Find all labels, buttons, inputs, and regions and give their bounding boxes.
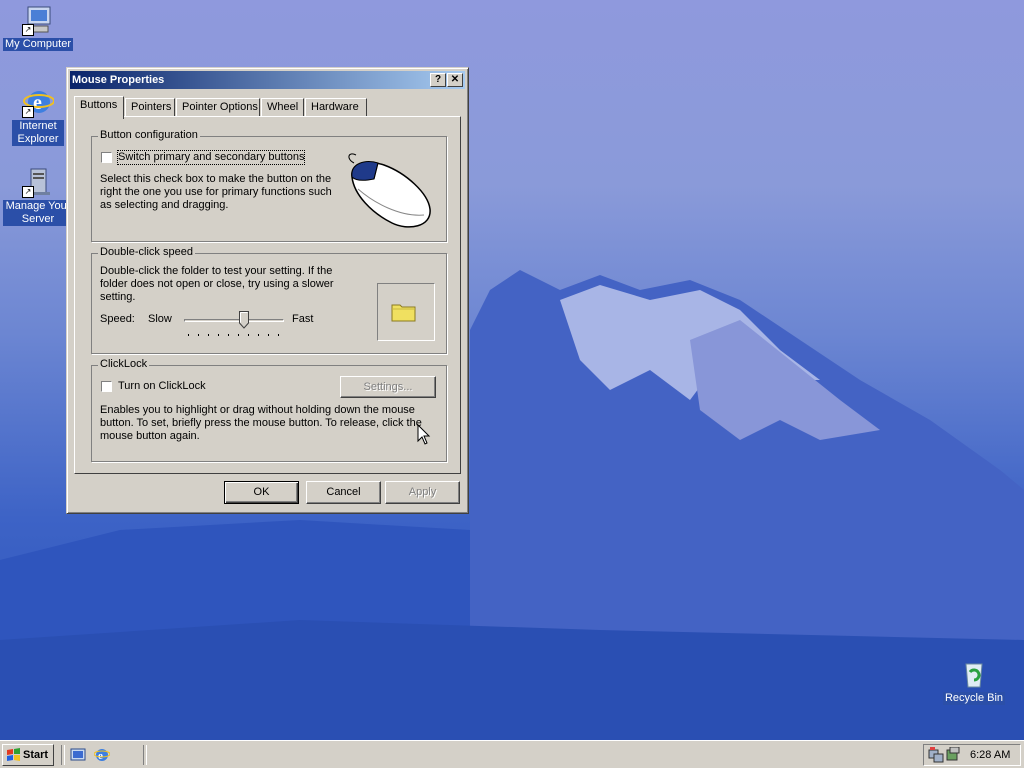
double-click-test-area[interactable]	[377, 283, 435, 341]
button-configuration-group: Button configuration Switch primary and …	[91, 129, 447, 242]
double-click-speed-group: Double-click speed Double-click the fold…	[91, 246, 447, 354]
internet-explorer-quicklaunch-icon[interactable]: e	[94, 747, 110, 763]
desktop-icon-label: Internet Explorer	[12, 120, 64, 146]
double-click-description-line: setting.	[100, 291, 136, 303]
mouse-illustration-icon	[348, 153, 431, 228]
tab-buttons[interactable]: Buttons	[74, 96, 124, 119]
close-button[interactable]: ✕	[447, 73, 463, 87]
apply-button[interactable]: Apply	[385, 481, 460, 504]
recycle-bin-icon	[958, 658, 990, 690]
button-config-description-line: as selecting and dragging.	[100, 199, 229, 211]
clicklock-description-line: Enables you to highlight or drag without…	[100, 404, 415, 416]
clicklock-description-line: mouse button again.	[100, 430, 200, 442]
desktop-icon-label: Recycle Bin	[942, 692, 1006, 705]
folder-icon	[391, 304, 416, 322]
group-title: Double-click speed	[98, 246, 195, 258]
slow-label: Slow	[148, 313, 172, 325]
internet-explorer-icon: e ↗	[22, 86, 55, 118]
switch-buttons-label[interactable]: Switch primary and secondary buttons	[116, 150, 306, 165]
clicklock-group: ClickLock Turn on ClickLock Settings... …	[91, 358, 447, 462]
speed-slider-thumb[interactable]	[239, 311, 249, 329]
buttons-tab-panel: Button configuration Switch primary and …	[74, 116, 461, 474]
tab-pointer-options[interactable]: Pointer Options	[176, 98, 260, 117]
tab-hardware[interactable]: Hardware	[305, 98, 367, 117]
show-desktop-icon[interactable]	[70, 747, 86, 763]
taskbar: Start e 6:28 AM	[0, 740, 1024, 768]
taskbar-separator	[143, 745, 147, 765]
cancel-button[interactable]: Cancel	[306, 481, 381, 504]
ok-button[interactable]: OK	[224, 481, 299, 504]
double-click-description-line: Double-click the folder to test your set…	[100, 265, 333, 277]
manage-server-icon: ↗	[22, 166, 54, 198]
button-config-description-line: right the one you use for primary functi…	[100, 186, 332, 198]
close-icon: ✕	[450, 74, 460, 85]
svg-text:e: e	[98, 750, 103, 762]
network-tray-icon[interactable]	[928, 747, 944, 763]
speed-slider-ticks	[188, 334, 279, 336]
help-button[interactable]: ?	[430, 73, 446, 87]
speed-slider-track[interactable]	[184, 319, 284, 322]
desktop-icon-internet-explorer[interactable]: e ↗ Internet Explorer	[2, 86, 74, 146]
system-tray: 6:28 AM	[923, 744, 1021, 766]
tab-pointers[interactable]: Pointers	[125, 98, 175, 117]
desktop-icon-my-computer[interactable]: ↗ My Computer	[2, 4, 74, 51]
double-click-description-line: folder does not open or close, try using…	[100, 278, 334, 290]
group-title: ClickLock	[98, 358, 150, 370]
clicklock-description-line: button. To set, briefly press the mouse …	[100, 417, 422, 429]
server-tray-icon[interactable]	[945, 747, 961, 763]
clicklock-checkbox[interactable]	[101, 381, 112, 392]
clicklock-label[interactable]: Turn on ClickLock	[118, 380, 206, 393]
my-computer-icon: ↗	[22, 4, 54, 36]
quicklaunch-separator	[61, 745, 65, 765]
desktop-icon-recycle-bin[interactable]: Recycle Bin	[938, 658, 1010, 705]
dialog-titlebar[interactable]: Mouse Properties ? ✕	[70, 71, 465, 89]
clock[interactable]: 6:28 AM	[970, 749, 1010, 762]
tab-wheel[interactable]: Wheel	[261, 98, 304, 117]
fast-label: Fast	[292, 313, 314, 325]
desktop-icon-label: Manage Your Server	[3, 200, 73, 226]
desktop-icon-label: My Computer	[2, 38, 74, 51]
button-config-description-line: Select this check box to make the button…	[100, 173, 332, 185]
clicklock-settings-button[interactable]: Settings...	[340, 376, 436, 398]
start-button[interactable]: Start	[2, 744, 54, 766]
windows-logo-icon	[7, 748, 20, 761]
dialog-title: Mouse Properties	[72, 74, 165, 86]
mouse-properties-dialog: Mouse Properties ? ✕ Buttons Pointers Po…	[66, 67, 469, 514]
desktop-icon-manage-your-server[interactable]: ↗ Manage Your Server	[2, 166, 74, 226]
group-title: Button configuration	[98, 129, 200, 141]
help-icon: ?	[434, 74, 442, 85]
mouse-cursor-icon	[417, 424, 431, 445]
start-label: Start	[23, 749, 49, 761]
switch-buttons-checkbox[interactable]	[101, 152, 112, 163]
speed-label: Speed:	[100, 313, 135, 325]
